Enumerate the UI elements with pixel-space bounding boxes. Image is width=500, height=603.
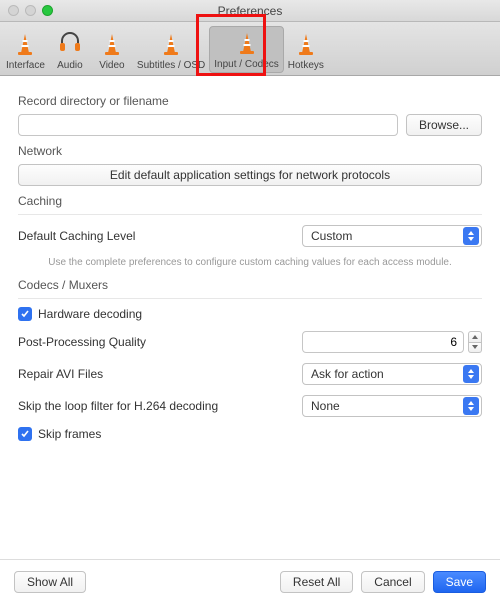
hardware-decoding-label: Hardware decoding [38,307,142,321]
repair-avi-value: Ask for action [311,367,384,381]
checkbox-checked-icon [18,427,32,441]
hardware-decoding-checkbox[interactable]: Hardware decoding [18,307,482,321]
ppq-input[interactable] [302,331,464,353]
headphones-icon [56,27,84,58]
tab-hotkeys[interactable]: Hotkeys [284,28,328,73]
caching-level-value: Custom [311,229,352,243]
codecs-section-label: Codecs / Muxers [18,278,482,292]
stepper-up-icon[interactable] [468,331,482,343]
caching-level-select[interactable]: Custom [302,225,482,247]
skip-frames-checkbox[interactable]: Skip frames [18,427,482,441]
loopfilter-label: Skip the loop filter for H.264 decoding [18,399,218,413]
close-window-button[interactable] [8,5,19,16]
cancel-button[interactable]: Cancel [361,571,424,593]
repair-avi-select[interactable]: Ask for action [302,363,482,385]
caching-help-text: Use the complete preferences to configur… [18,257,482,268]
preferences-toolbar: Interface Audio Video Subtitles / OSD In… [0,22,500,76]
record-path-input[interactable] [18,114,398,136]
loopfilter-select[interactable]: None [302,395,482,417]
reset-all-button[interactable]: Reset All [280,571,353,593]
chevron-updown-icon [463,365,479,383]
record-section-label: Record directory or filename [18,94,482,108]
repair-avi-label: Repair AVI Files [18,367,103,381]
cone-icon [98,30,126,58]
window-title: Preferences [0,4,500,18]
divider [18,298,482,299]
footer: Show All Reset All Cancel Save [0,559,500,603]
skip-frames-label: Skip frames [38,427,101,441]
content-pane: Record directory or filename Browse... N… [0,76,500,457]
edit-network-protocols-button[interactable]: Edit default application settings for ne… [18,164,482,186]
browse-button[interactable]: Browse... [406,114,482,136]
titlebar: Preferences [0,0,500,22]
show-all-button[interactable]: Show All [14,571,86,593]
cone-icon [157,30,185,58]
chevron-updown-icon [463,227,479,245]
save-button[interactable]: Save [433,571,486,593]
stepper-down-icon[interactable] [468,343,482,354]
tab-interface[interactable]: Interface [2,28,49,73]
tab-video[interactable]: Video [91,28,133,73]
caching-level-label: Default Caching Level [18,229,135,243]
caching-section-label: Caching [18,194,482,208]
cone-icon [11,30,39,58]
divider [18,214,482,215]
checkbox-checked-icon [18,307,32,321]
chevron-updown-icon [463,397,479,415]
minimize-window-button[interactable] [25,5,36,16]
loopfilter-value: None [311,399,340,413]
ppq-label: Post-Processing Quality [18,335,146,349]
zoom-window-button[interactable] [42,5,53,16]
network-section-label: Network [18,144,482,158]
tab-audio[interactable]: Audio [49,25,91,73]
cone-icon [233,29,261,57]
tab-subtitles-osd[interactable]: Subtitles / OSD [133,28,209,73]
tab-input-codecs[interactable]: Input / Codecs [209,26,283,73]
ppq-stepper[interactable] [468,331,482,353]
cone-icon [292,30,320,58]
